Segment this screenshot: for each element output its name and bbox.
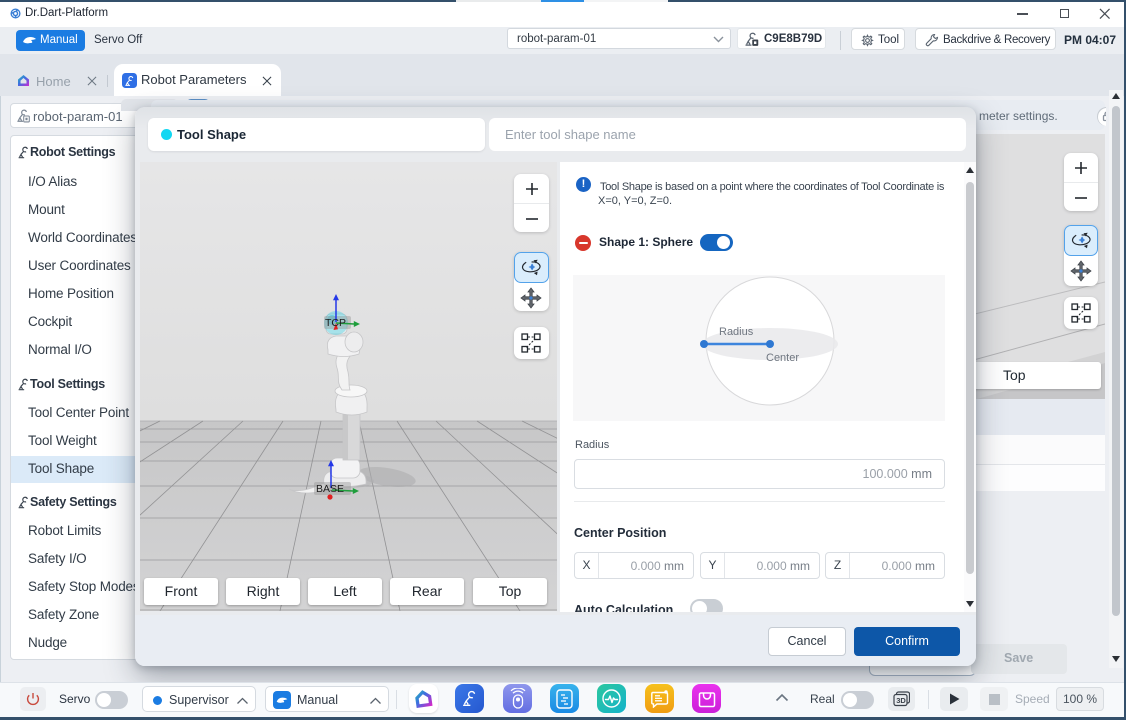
svg-text:Radius: Radius — [719, 326, 754, 338]
svg-text:3D: 3D — [896, 696, 906, 705]
svg-text:BASE: BASE — [316, 483, 344, 495]
svg-text:Center: Center — [766, 352, 799, 364]
svg-text:TCP: TCP — [325, 317, 346, 329]
